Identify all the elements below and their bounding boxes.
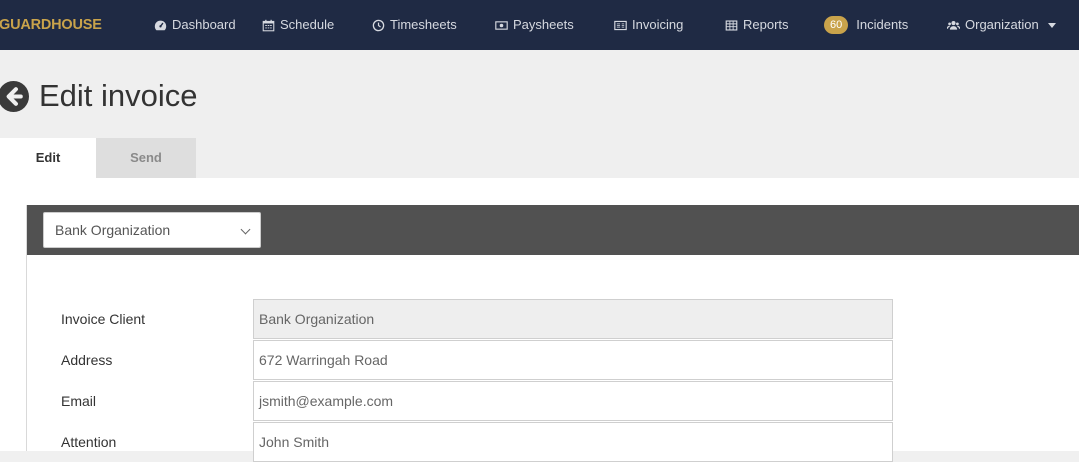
- nav-incidents-label: Incidents: [856, 17, 909, 32]
- nav-reports[interactable]: Reports: [725, 0, 789, 50]
- main-content: Bank Organization Invoice Client Bank Or…: [0, 178, 1079, 462]
- table-icon: [725, 19, 738, 31]
- attention-label: Attention: [61, 434, 117, 450]
- email-label: Email: [61, 393, 97, 409]
- nav-invoicing[interactable]: Invoicing: [614, 0, 683, 50]
- tab-edit[interactable]: Edit: [0, 138, 96, 178]
- invoice-client-field: Bank Organization: [253, 299, 893, 339]
- arrow-circle-left-icon[interactable]: [0, 80, 29, 112]
- nav-schedule[interactable]: Schedule: [262, 0, 334, 50]
- address-field[interactable]: 672 Warringah Road: [253, 340, 893, 380]
- form-row-invoice-client: Invoice Client Bank Organization: [27, 299, 1079, 339]
- money-icon: [495, 20, 508, 30]
- form-row-attention: Attention John Smith: [27, 422, 1079, 462]
- top-navbar: GUARDHOUSE Dashboard Schedule Timesheets…: [0, 0, 1079, 50]
- nav-dashboard[interactable]: Dashboard: [154, 0, 236, 50]
- clock-icon: [372, 19, 385, 31]
- tab-send[interactable]: Send: [96, 138, 196, 178]
- calendar-icon: [262, 19, 275, 31]
- form-row-email: Email jsmith@example.com: [27, 381, 1079, 421]
- brand-logo[interactable]: GUARDHOUSE: [0, 0, 102, 50]
- panel-header: Bank Organization: [27, 205, 1079, 255]
- nav-invoicing-label: Invoicing: [632, 17, 684, 32]
- invoice-client-label: Invoice Client: [61, 311, 146, 327]
- nav-organization-dropdown[interactable]: Organization: [947, 0, 1056, 50]
- form-row-address: Address 672 Warringah Road: [27, 340, 1079, 380]
- users-icon: [947, 20, 960, 30]
- attention-field[interactable]: John Smith: [253, 422, 893, 462]
- nav-incidents[interactable]: 60 Incidents: [824, 0, 908, 50]
- organization-select[interactable]: Bank Organization: [43, 212, 261, 248]
- nav-timesheets[interactable]: Timesheets: [372, 0, 457, 50]
- organization-select-value: Bank Organization: [55, 222, 171, 238]
- nav-paysheets-label: Paysheets: [513, 17, 574, 32]
- page-title: Edit invoice: [39, 78, 198, 113]
- invoice-panel: Bank Organization Invoice Client Bank Or…: [26, 205, 1079, 462]
- title-row: Edit invoice: [0, 78, 198, 114]
- nav-timesheets-label: Timesheets: [390, 17, 457, 32]
- nav-dashboard-label: Dashboard: [172, 17, 236, 32]
- invoice-icon: [614, 20, 627, 30]
- tachometer-icon: [154, 20, 167, 30]
- nav-organization-label: Organization: [965, 17, 1039, 32]
- chevron-down-icon: [240, 224, 251, 235]
- nav-paysheets[interactable]: Paysheets: [495, 0, 574, 50]
- nav-schedule-label: Schedule: [280, 17, 335, 32]
- email-field[interactable]: jsmith@example.com: [253, 381, 893, 421]
- tab-bar: Edit Send: [0, 138, 196, 178]
- nav-reports-label: Reports: [743, 17, 789, 32]
- address-label: Address: [61, 352, 113, 368]
- incidents-count-badge: 60: [824, 16, 849, 34]
- caret-down-icon: [1047, 22, 1056, 28]
